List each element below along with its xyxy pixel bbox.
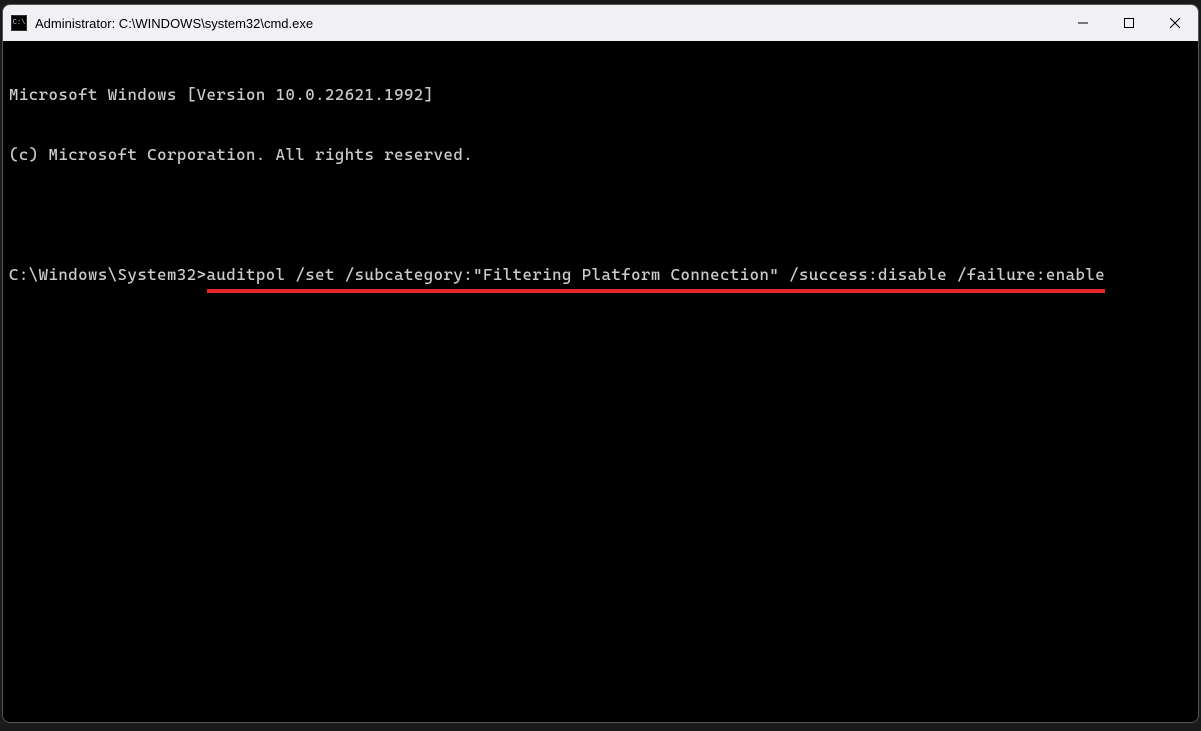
titlebar[interactable]: C:\ Administrator: C:\WINDOWS\system32\c… (3, 5, 1198, 41)
command-line: C:\Windows\System32>auditpol /set /subca… (9, 265, 1192, 285)
maximize-icon (1124, 18, 1134, 28)
red-underline-annotation (207, 289, 1106, 293)
minimize-button[interactable] (1060, 5, 1106, 41)
window-controls (1060, 5, 1198, 41)
window-title: Administrator: C:\WINDOWS\system32\cmd.e… (35, 16, 1060, 31)
copyright-line: (c) Microsoft Corporation. All rights re… (9, 145, 1192, 165)
minimize-icon (1078, 18, 1088, 28)
maximize-button[interactable] (1106, 5, 1152, 41)
command-text-wrapper: auditpol /set /subcategory:"Filtering Pl… (207, 265, 1106, 285)
cmd-window: C:\ Administrator: C:\WINDOWS\system32\c… (2, 4, 1199, 723)
close-button[interactable] (1152, 5, 1198, 41)
version-line: Microsoft Windows [Version 10.0.22621.19… (9, 85, 1192, 105)
close-icon (1170, 18, 1180, 28)
terminal-output[interactable]: Microsoft Windows [Version 10.0.22621.19… (3, 41, 1198, 722)
prompt: C:\Windows\System32> (9, 265, 207, 284)
command-text: auditpol /set /subcategory:"Filtering Pl… (207, 265, 1106, 284)
cmd-icon-text: C:\ (13, 20, 26, 27)
cmd-icon: C:\ (11, 15, 27, 31)
blank-line (9, 205, 1192, 225)
